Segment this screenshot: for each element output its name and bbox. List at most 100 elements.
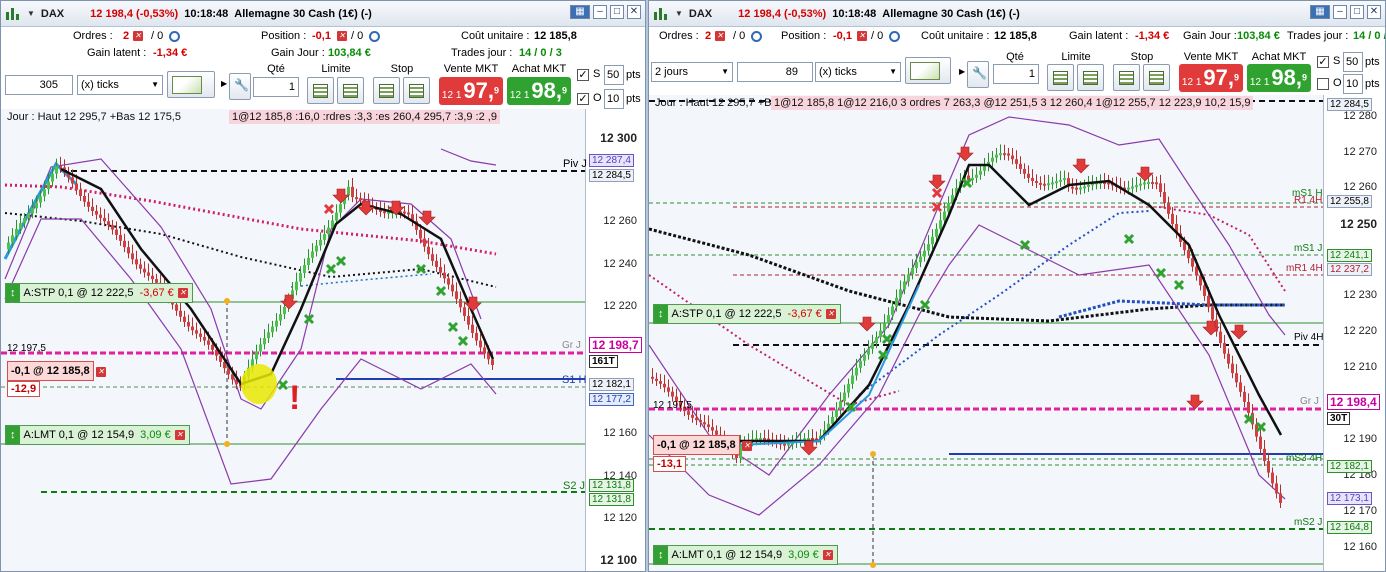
sell-market-button[interactable]: 12 197,9 [1179, 64, 1243, 92]
orders-settings-icon[interactable] [751, 30, 762, 42]
unit-select[interactable]: (x) ticks ▼ [815, 62, 901, 82]
cancel-orders-icon[interactable]: ✕ [133, 30, 143, 42]
close-position-tag-icon[interactable]: ✕ [742, 440, 752, 452]
cancel-stop-icon[interactable]: ✕ [177, 284, 188, 302]
cancel-limit-icon[interactable]: ✕ [822, 546, 833, 564]
close-position-icon[interactable]: ✕ [337, 30, 347, 42]
price-chart[interactable]: Jour : Haut 12 295,7 +Bas 12 175,5 1@12 … [649, 95, 1385, 571]
position-zero: / 0 [351, 30, 364, 42]
gain-day-label: Gain Jour : [1183, 30, 1237, 42]
stop-points-input[interactable]: 50 [604, 65, 624, 85]
maximize-icon[interactable]: □ [610, 5, 624, 19]
orders-settings-icon[interactable] [169, 30, 180, 42]
close-icon[interactable]: ✕ [627, 5, 641, 19]
objective-checkbox[interactable]: ✓ [577, 93, 589, 105]
objective-points-input[interactable]: 10 [1343, 74, 1363, 94]
cancel-limit-icon[interactable]: ✕ [174, 426, 185, 444]
close-position-tag-icon[interactable]: ✕ [96, 366, 106, 378]
candle [263, 338, 266, 345]
candle [19, 223, 22, 229]
objective-points-input[interactable]: 10 [604, 89, 624, 109]
candle [695, 417, 698, 421]
stop-order-tag[interactable]: ↕ A:STP 0,1 @ 12 222,5 -3,67 € ✕ [5, 283, 193, 303]
limit-order-tag[interactable]: ↕ A:LMT 0,1 @ 12 154,9 3,09 € ✕ [653, 545, 838, 565]
stop-buy-button[interactable] [373, 77, 400, 104]
candle [255, 351, 258, 360]
stop-sell-button[interactable] [1143, 64, 1170, 91]
price-plot[interactable] [649, 95, 1386, 572]
close-icon[interactable]: ✕ [1367, 5, 1381, 19]
candle [1063, 178, 1066, 181]
symbol[interactable]: DAX [41, 8, 64, 20]
cancel-stop-icon[interactable]: ✕ [825, 305, 836, 323]
sell-market-button[interactable]: 12 197,9 [439, 77, 503, 105]
position-settings-icon[interactable] [889, 30, 900, 42]
stop-checkbox[interactable]: ✓ [1317, 56, 1329, 68]
stop-checkbox[interactable]: ✓ [577, 69, 589, 81]
sell-cross-icon [931, 187, 943, 199]
indicator-chart-button[interactable] [167, 71, 215, 98]
candle [451, 284, 454, 292]
cancel-orders-icon[interactable]: ✕ [715, 30, 725, 42]
stop-order-pnl: -3,67 € [139, 287, 174, 299]
limit-order-tag[interactable]: ↕ A:LMT 0,1 @ 12 154,9 3,09 € ✕ [5, 425, 190, 445]
limit-sell-button[interactable] [1077, 64, 1104, 91]
wrench-button[interactable]: 🔧 [229, 73, 251, 100]
price-axis[interactable]: 12 280 12 270 12 260 12 250 12 230 12 22… [1323, 95, 1385, 571]
menu-chevron-icon[interactable]: ▼ [27, 9, 35, 18]
toolbar-arrow-icon[interactable]: ▶ [221, 79, 227, 88]
candle [1075, 187, 1078, 190]
unit-select[interactable]: (x) ticks ▼ [77, 75, 163, 95]
range-select[interactable]: 2 jours ▼ [651, 62, 733, 82]
title-bar[interactable]: ▼ DAX 12 198,4 (-0,53%) 10:18:48 Allemag… [649, 1, 1385, 27]
candle [1007, 153, 1010, 156]
quantity-input[interactable]: 1 [253, 77, 299, 97]
price-chart[interactable]: ! Jour : Haut 12 295,7 +Bas 12 175,5 1@1… [1, 109, 645, 571]
close-position-icon[interactable]: ✕ [857, 30, 867, 42]
candle [879, 330, 882, 338]
maximize-icon[interactable]: □ [1350, 5, 1364, 19]
position-tag[interactable]: -0,1 @ 12 185,8 [7, 361, 94, 381]
indicator-chart-button[interactable] [905, 57, 951, 84]
price-axis[interactable]: 12 300 12 260 12 240 12 220 12 160 12 14… [585, 109, 645, 571]
buy-market-button[interactable]: 12 198,9 [507, 77, 571, 105]
toolbar-arrow-icon[interactable]: ▶ [959, 67, 965, 76]
gain-day-value: 103,84 € [1237, 30, 1280, 42]
order-handle-icon[interactable]: ↕ [654, 546, 668, 564]
buy-market-button[interactable]: 12 198,9 [1247, 64, 1311, 92]
order-handle-icon[interactable]: ↕ [6, 284, 20, 302]
wrench-button[interactable]: 🔧 [967, 61, 989, 88]
stop-points-input[interactable]: 50 [1343, 52, 1363, 72]
position-tag[interactable]: -0,1 @ 12 185,8 [653, 435, 740, 455]
candle [1003, 153, 1006, 156]
stop-buy-button[interactable] [1113, 64, 1140, 91]
quantity-input[interactable]: 1 [993, 64, 1039, 84]
buy-cross-icon [325, 263, 337, 275]
limit-buy-button[interactable] [307, 77, 334, 104]
title-bar[interactable]: ▼ DAX 12 198,4 (-0,53%) 10:18:48 Allemag… [1, 1, 645, 27]
title-price: 12 198,4 (-0,53%) [738, 7, 827, 20]
stop-label: Stop [390, 63, 414, 75]
limit-sell-button[interactable] [337, 77, 364, 104]
candle [939, 220, 942, 229]
candle [839, 401, 842, 410]
chart-legend-orders: 1@12 185,8 :16,0 :rdres :3,3 :es 260,4 2… [229, 110, 500, 124]
period-input[interactable]: 89 [737, 62, 813, 82]
price-plot[interactable]: ! [1, 109, 646, 572]
minimize-icon[interactable]: – [593, 5, 607, 19]
keyboard-icon[interactable]: ▦ [1310, 5, 1330, 19]
minimize-icon[interactable]: – [1333, 5, 1347, 19]
stop-order-tag[interactable]: ↕ A:STP 0,1 @ 12 222,5 -3,67 € ✕ [653, 304, 841, 324]
symbol[interactable]: DAX [689, 8, 712, 20]
limit-buy-button[interactable] [1047, 64, 1074, 91]
menu-chevron-icon[interactable]: ▼ [675, 9, 683, 18]
candle [103, 217, 106, 222]
order-handle-icon[interactable]: ↕ [6, 426, 20, 444]
order-handle-icon[interactable]: ↕ [654, 305, 668, 323]
period-input[interactable]: 305 [5, 75, 73, 95]
objective-checkbox[interactable] [1317, 78, 1329, 90]
position-settings-icon[interactable] [369, 30, 380, 42]
candle [419, 229, 422, 239]
stop-sell-button[interactable] [403, 77, 430, 104]
keyboard-icon[interactable]: ▦ [570, 5, 590, 19]
